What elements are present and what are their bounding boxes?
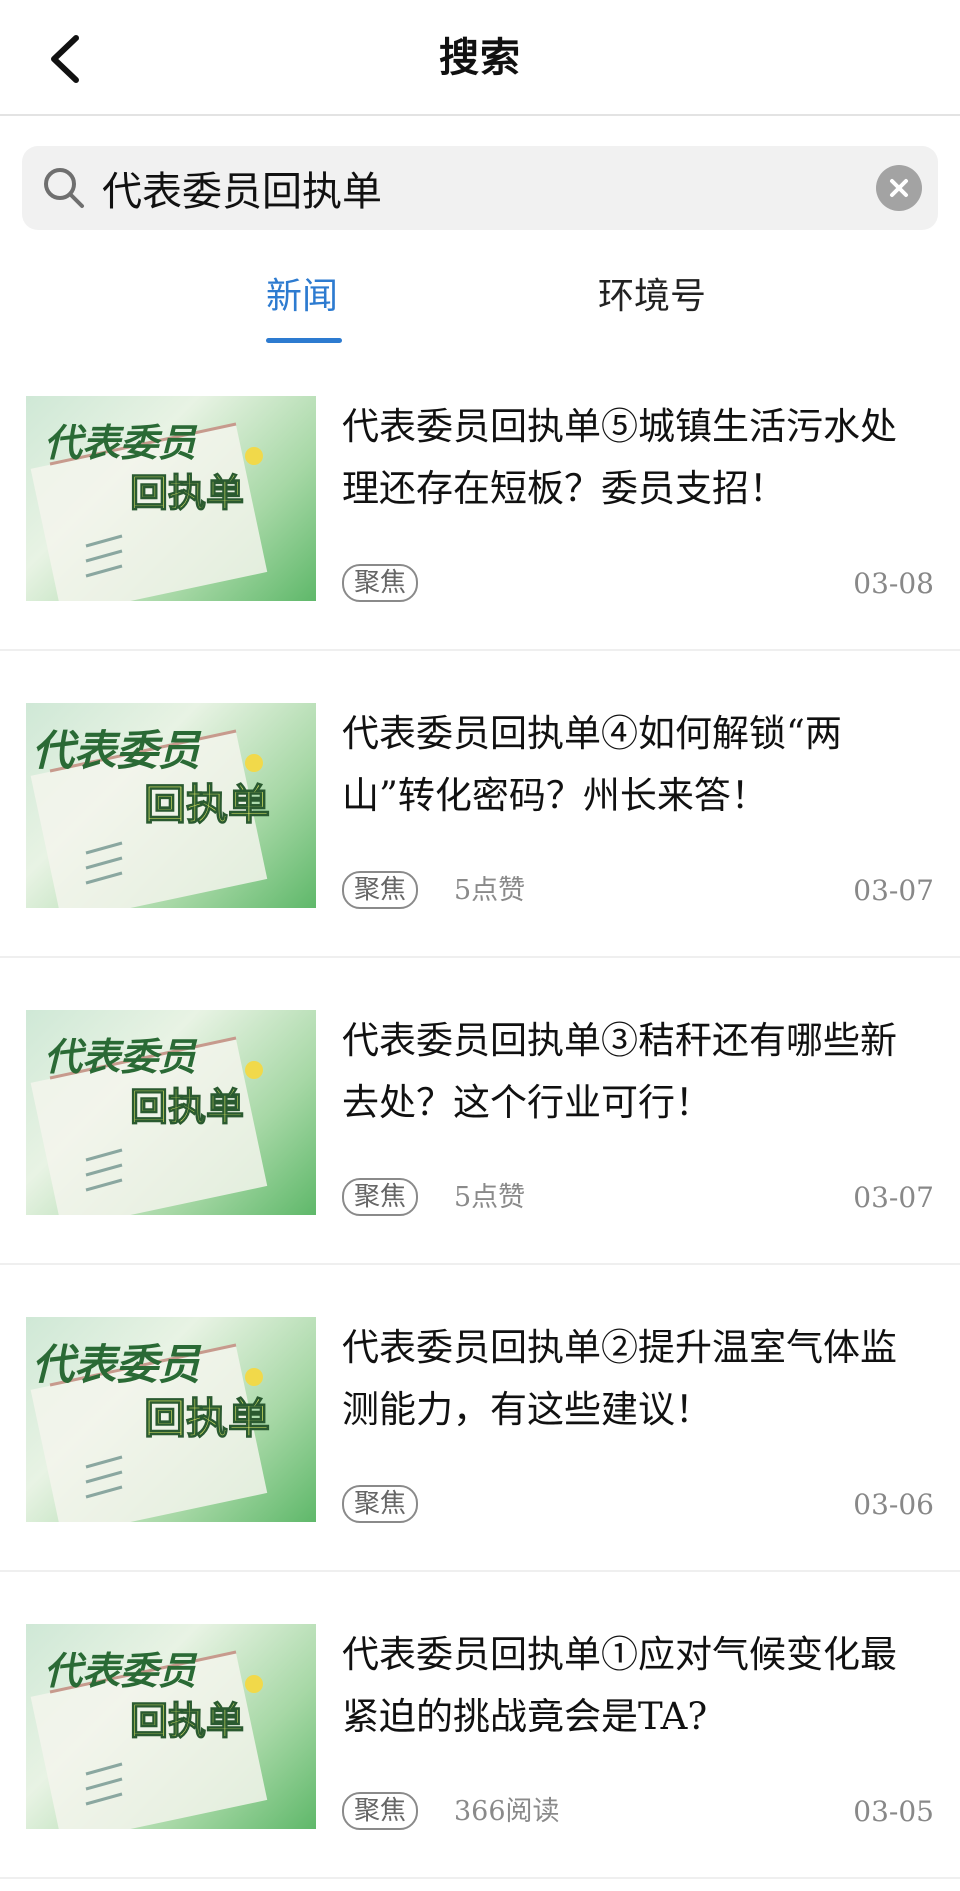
svg-text:回执单: 回执单	[130, 1084, 244, 1129]
news-title: 代表委员回执单④如何解锁“两山”转化密码？州长来答！	[342, 712, 842, 817]
tab-environment[interactable]: 环境号	[598, 272, 706, 322]
stat-text: 5点赞	[454, 1182, 526, 1213]
svg-text:代表委员: 代表委员	[44, 1034, 198, 1079]
news-meta: 聚焦 5点赞 03-07	[342, 1176, 934, 1218]
tag-badge: 聚焦	[342, 1792, 419, 1830]
tag-badge: 聚焦	[342, 564, 419, 602]
svg-text:代表委员: 代表委员	[32, 726, 202, 775]
news-thumbnail: 代表委员 回执单	[26, 703, 316, 908]
news-title: 代表委员回执单①应对气候变化最紧迫的挑战竟会是TA?	[342, 1633, 897, 1738]
news-thumbnail: 代表委员 回执单	[26, 1624, 316, 1829]
news-date: 03-07	[853, 1181, 934, 1214]
page-title: 搜索	[439, 35, 521, 81]
search-bar[interactable]	[22, 146, 938, 230]
svg-text:代表委员: 代表委员	[32, 1340, 202, 1389]
news-thumbnail: 代表委员 回执单	[26, 396, 316, 601]
news-item[interactable]: 代表委员 回执单 代表委员回执单②提升温室气体监测能力，有这些建议！ 聚焦 03…	[0, 1265, 960, 1572]
tab-bar: 新闻 环境号	[0, 262, 960, 344]
stat-text: 366阅读	[454, 1796, 560, 1827]
news-date: 03-08	[853, 567, 934, 600]
news-date: 03-06	[853, 1488, 934, 1521]
news-date: 03-05	[853, 1795, 934, 1828]
tag-badge: 聚焦	[342, 1485, 419, 1523]
news-title: 代表委员回执单⑤城镇生活污水处理还存在短板？委员支招！	[342, 405, 897, 510]
svg-text:代表委员: 代表委员	[44, 420, 198, 465]
news-meta: 聚焦 5点赞 03-07	[342, 869, 934, 911]
news-title: 代表委员回执单②提升温室气体监测能力，有这些建议！	[342, 1326, 897, 1431]
svg-text:回执单: 回执单	[144, 780, 270, 829]
stat-text: 5点赞	[454, 875, 526, 906]
svg-text:回执单: 回执单	[144, 1394, 270, 1443]
news-item[interactable]: 代表委员 回执单 代表委员回执单④如何解锁“两山”转化密码？州长来答！ 聚焦 5…	[0, 651, 960, 958]
svg-text:回执单: 回执单	[130, 470, 244, 515]
news-item[interactable]: 代表委员 回执单 代表委员回执单⑤城镇生活污水处理还存在短板？委员支招！ 聚焦 …	[0, 344, 960, 651]
tag-badge: 聚焦	[342, 1178, 419, 1216]
tag-badge: 聚焦	[342, 871, 419, 909]
tab-news[interactable]: 新闻	[266, 272, 338, 322]
news-thumbnail: 代表委员 回执单	[26, 1010, 316, 1215]
news-meta: 聚焦 03-06	[342, 1483, 934, 1525]
news-item[interactable]: 代表委员 回执单 代表委员回执单③秸秆还有哪些新去处？这个行业可行！ 聚焦 5点…	[0, 958, 960, 1265]
news-item[interactable]: 代表委员 回执单 代表委员回执单①应对气候变化最紧迫的挑战竟会是TA? 聚焦 3…	[0, 1572, 960, 1879]
news-list: 代表委员 回执单 代表委员回执单⑤城镇生活污水处理还存在短板？委员支招！ 聚焦 …	[0, 344, 960, 1879]
search-icon	[44, 168, 84, 208]
search-input[interactable]	[102, 156, 862, 220]
svg-text:回执单: 回执单	[130, 1698, 244, 1743]
clear-icon[interactable]	[876, 165, 922, 211]
svg-text:代表委员: 代表委员	[44, 1648, 198, 1693]
news-meta: 聚焦 366阅读 03-05	[342, 1790, 934, 1832]
news-title: 代表委员回执单③秸秆还有哪些新去处？这个行业可行！	[342, 1019, 897, 1124]
news-meta: 聚焦 03-08	[342, 562, 934, 604]
news-thumbnail: 代表委员 回执单	[26, 1317, 316, 1522]
news-date: 03-07	[853, 874, 934, 907]
top-bar: 搜索	[0, 0, 960, 116]
active-tab-indicator	[266, 338, 342, 343]
